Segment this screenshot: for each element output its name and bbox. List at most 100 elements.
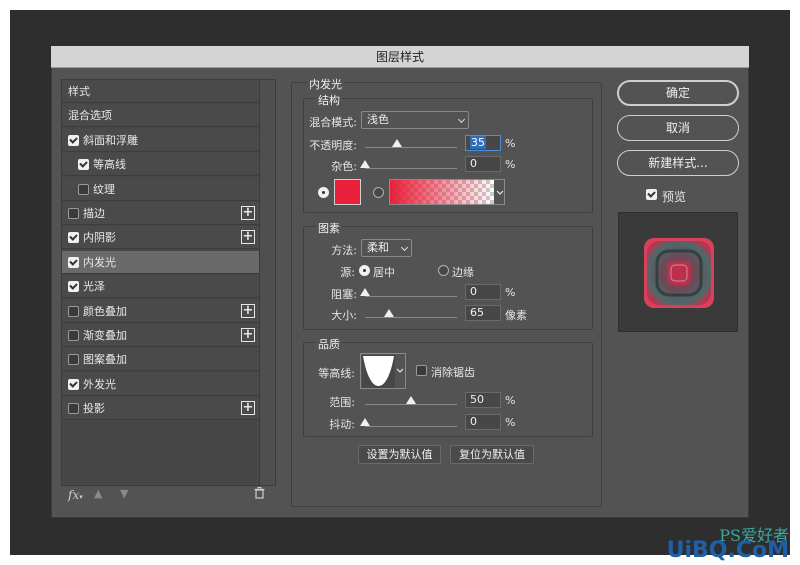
source-center-radio[interactable] (359, 265, 370, 276)
style-checkbox[interactable] (68, 134, 79, 146)
noise-label: 杂色: (331, 160, 357, 173)
ok-button[interactable]: 确定 (617, 80, 739, 106)
style-list-item-label: 纹理 (93, 183, 115, 196)
jitter-label: 抖动: (329, 418, 355, 431)
blend-mode-value: 浅色 (367, 113, 389, 126)
trash-icon[interactable] (254, 487, 265, 502)
style-list-item-label: 内发光 (83, 256, 116, 269)
noise-slider-track[interactable] (365, 168, 457, 169)
style-list-item-label: 内阴影 (83, 231, 116, 244)
noise-slider-thumb[interactable] (360, 160, 370, 168)
add-effect-icon[interactable]: + (241, 230, 255, 244)
style-checkbox[interactable] (68, 280, 79, 292)
gradient-picker[interactable] (389, 179, 505, 205)
size-label: 大小: (331, 309, 357, 322)
size-input[interactable]: 65 (465, 305, 501, 321)
solid-color-radio[interactable] (318, 187, 329, 198)
quality-title: 品质 (316, 336, 342, 352)
preview-swatch (644, 238, 714, 308)
watermark: PS爱好者 UiBQ.CoM (635, 522, 795, 563)
opacity-input[interactable]: 35 (465, 135, 501, 151)
antialias-checkbox[interactable] (416, 365, 427, 376)
style-list-item[interactable]: 外发光 (62, 373, 259, 396)
style-list-item-label: 混合选项 (68, 109, 112, 122)
style-checkbox[interactable] (68, 207, 79, 219)
fx-button[interactable]: fx▾ (68, 488, 83, 502)
size-slider-thumb[interactable] (383, 309, 394, 317)
style-list-scrollbar[interactable] (259, 80, 275, 485)
range-slider-thumb[interactable] (406, 396, 416, 404)
choke-slider-thumb[interactable] (360, 288, 370, 296)
style-list-item-label: 颜色叠加 (83, 305, 127, 318)
style-checkbox[interactable] (68, 231, 79, 243)
style-list-item[interactable]: 内发光 (62, 251, 259, 274)
style-checkbox[interactable] (68, 353, 79, 365)
style-checkbox[interactable] (78, 158, 89, 170)
style-list-item-label: 图案叠加 (83, 353, 127, 366)
choke-input[interactable]: 0 (465, 284, 501, 300)
style-list-item[interactable]: 投影 + (62, 397, 259, 420)
antialias-label: 消除锯齿 (431, 366, 475, 379)
preview-checkbox[interactable] (646, 189, 657, 200)
chevron-down-icon (457, 115, 466, 124)
style-list-item[interactable]: 图案叠加 (62, 348, 259, 371)
style-checkbox[interactable] (68, 305, 79, 317)
style-list-item[interactable]: 渐变叠加 + (62, 324, 259, 347)
opacity-slider-track[interactable] (365, 147, 457, 148)
add-effect-icon[interactable]: + (241, 401, 255, 415)
jitter-slider-thumb[interactable] (360, 418, 370, 426)
technique-select[interactable]: 柔和 (361, 239, 412, 257)
dialog-title: 图层样式 (375, 50, 424, 64)
style-checkbox[interactable] (78, 183, 89, 195)
source-center-label: 居中 (373, 266, 395, 279)
style-checkbox[interactable] (68, 378, 79, 390)
choke-label: 阻塞: (331, 288, 357, 301)
jitter-unit: % (505, 416, 516, 429)
add-effect-icon[interactable]: + (241, 206, 255, 220)
style-list-toolbar: fx▾ ▲ ▼ (62, 486, 272, 506)
inner-glow-title: 内发光 (307, 76, 344, 92)
choke-slider-track[interactable] (365, 296, 457, 297)
style-list-item-label: 渐变叠加 (83, 329, 127, 342)
opacity-slider-thumb[interactable] (392, 139, 403, 147)
add-effect-icon[interactable]: + (241, 304, 255, 318)
style-list-item[interactable]: 等高线 (62, 153, 259, 176)
style-checkbox[interactable] (68, 402, 79, 414)
source-edge-label: 边缘 (452, 266, 474, 279)
source-edge-radio[interactable] (438, 265, 449, 276)
style-checkbox[interactable] (68, 256, 79, 268)
blend-mode-label: 混合模式: (309, 116, 357, 129)
new-style-button[interactable]: 新建样式... (617, 150, 739, 176)
contour-label: 等高线: (318, 367, 355, 380)
blend-mode-select[interactable]: 浅色 (361, 111, 469, 129)
cancel-button[interactable]: 取消 (617, 115, 739, 141)
style-list-item[interactable]: 内阴影 + (62, 226, 259, 249)
style-list-item[interactable]: 光泽 (62, 275, 259, 298)
source-label: 源: (340, 266, 355, 279)
move-down-icon[interactable]: ▼ (120, 487, 128, 500)
style-list-item[interactable]: 颜色叠加 + (62, 300, 259, 323)
reset-default-button[interactable]: 复位为默认值 (450, 445, 534, 464)
size-slider-track[interactable] (365, 317, 457, 318)
style-list-item[interactable]: 纹理 (62, 178, 259, 201)
style-list-item[interactable]: 描边 + (62, 202, 259, 225)
style-list-item[interactable]: 斜面和浮雕 (62, 129, 259, 152)
glow-color-swatch[interactable] (334, 179, 361, 205)
range-input[interactable]: 50 (465, 392, 501, 408)
contour-picker[interactable] (360, 353, 406, 389)
gradient-radio[interactable] (373, 187, 384, 198)
jitter-slider-track[interactable] (365, 426, 457, 427)
range-slider-track[interactable] (365, 404, 457, 405)
opacity-label: 不透明度: (309, 139, 357, 152)
style-checkbox[interactable] (68, 329, 79, 341)
move-up-icon[interactable]: ▲ (94, 487, 102, 500)
jitter-input[interactable]: 0 (465, 414, 501, 430)
style-list-item-label: 样式 (68, 85, 90, 98)
make-default-button[interactable]: 设置为默认值 (358, 445, 441, 464)
add-effect-icon[interactable]: + (241, 328, 255, 342)
style-list-item[interactable]: 样式 (62, 80, 259, 103)
chevron-down-icon (400, 243, 409, 252)
noise-input[interactable]: 0 (465, 156, 501, 172)
style-list-item[interactable]: 混合选项 (62, 104, 259, 127)
choke-unit: % (505, 286, 516, 299)
